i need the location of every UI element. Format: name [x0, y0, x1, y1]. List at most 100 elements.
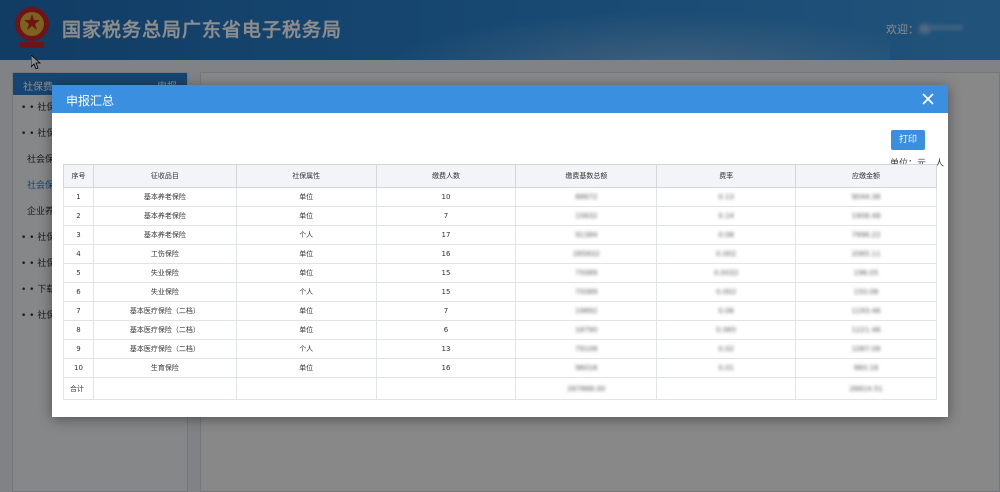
cell-value: 0.06	[718, 307, 734, 315]
table-cell: 个人	[235, 225, 377, 245]
column-header: 缴费人数	[375, 164, 517, 188]
table-cell: 0.01	[656, 358, 797, 378]
table-row: 10 生育保险 单位 16 96016 0.01 960.16	[63, 358, 937, 378]
table-cell: 19892	[515, 301, 658, 321]
table-cell: 68672	[515, 187, 658, 207]
print-button[interactable]: 打印	[891, 130, 925, 150]
table-body: 1 基本养老保险 单位 10 68672 0.13 9044.36 2 基本养老保险 单位 7 156…	[63, 187, 937, 400]
cell-value: 19892	[575, 307, 598, 315]
table-cell: 18790	[515, 320, 658, 340]
cell-value: 1193.46	[851, 307, 881, 315]
table-cell: 单位	[235, 301, 377, 321]
table-cell: 合计	[63, 377, 94, 400]
cell-value: 79108	[575, 345, 598, 353]
table-cell: 基本医疗保险（二档）	[92, 339, 237, 359]
table-cell: 个人	[235, 339, 377, 359]
summary-dialog: 申报汇总 打印 单位：元，人 序号征收品目社保属性缴费人数缴费基数总额费率应缴金…	[52, 85, 948, 417]
table-cell: 1221.46	[795, 320, 937, 340]
cell-value: 0.002	[716, 250, 737, 258]
table-cell: 13	[375, 339, 517, 359]
table-cell: 工伤保险	[92, 244, 237, 264]
table-row: 3 基本养老保险 个人 17 91384 0.08 7996.22	[63, 225, 937, 245]
table-cell: 6	[375, 320, 517, 340]
cell-value: 285832	[572, 250, 600, 258]
table-cell: 26814.51	[795, 377, 937, 400]
table-cell: 失业保险	[92, 282, 237, 302]
cell-value: 2065.11	[851, 250, 881, 258]
dialog-header: 申报汇总	[52, 85, 948, 113]
cell-value: 75089	[575, 269, 598, 277]
cell-value: 0.0032	[713, 269, 739, 277]
table-cell: 150.08	[795, 282, 937, 302]
table-cell: 196.05	[795, 263, 937, 283]
table-row: 5 失业保险 单位 15 75089 0.0032 196.05	[63, 263, 937, 283]
cell-value: 0.002	[716, 288, 737, 296]
cell-value: 0.13	[718, 193, 734, 201]
cell-value: 960.16	[853, 364, 879, 372]
cell-value: 196.05	[853, 269, 879, 277]
table-cell	[92, 377, 237, 400]
table-cell: 0.02	[656, 339, 797, 359]
column-header: 应缴金额	[795, 164, 937, 188]
cell-value: 150.08	[853, 288, 879, 296]
table-cell	[656, 377, 797, 400]
table-cell: 7	[375, 301, 517, 321]
table-row: 9 基本医疗保险（二档） 个人 13 79108 0.02 1087.08	[63, 339, 937, 359]
table-cell: 16	[375, 358, 517, 378]
column-header: 序号	[63, 164, 94, 188]
cell-value: 91384	[575, 231, 598, 239]
table-cell: 个人	[235, 282, 377, 302]
table-cell: 基本医疗保险（二档）	[92, 320, 237, 340]
table-cell: 0.002	[656, 282, 797, 302]
table-cell: 9044.36	[795, 187, 937, 207]
table-cell	[235, 377, 377, 400]
table-cell: 16	[375, 244, 517, 264]
cell-value: 1087.08	[851, 345, 881, 353]
table-cell: 267868.00	[515, 377, 658, 400]
table-cell: 单位	[235, 187, 377, 207]
table-cell: 0.002	[656, 244, 797, 264]
cell-value: 75089	[575, 288, 598, 296]
table-row: 7 基本医疗保险（二档） 单位 7 19892 0.06 1193.46	[63, 301, 937, 321]
table-row: 1 基本养老保险 单位 10 68672 0.13 9044.36	[63, 187, 937, 207]
cell-value: 1908.48	[851, 212, 881, 220]
table-cell: 失业保险	[92, 263, 237, 283]
table-cell: 75089	[515, 282, 658, 302]
table-cell: 91384	[515, 225, 658, 245]
table-cell: 单位	[235, 206, 377, 226]
table-cell: 2065.11	[795, 244, 937, 264]
table-cell: 8	[63, 320, 94, 340]
table-cell: 7	[375, 206, 517, 226]
table-cell: 单位	[235, 358, 377, 378]
table-cell: 基本养老保险	[92, 187, 237, 207]
close-icon[interactable]	[918, 89, 938, 109]
table-cell: 96016	[515, 358, 658, 378]
table-row: 8 基本医疗保险（二档） 单位 6 18790 0.065 1221.46	[63, 320, 937, 340]
column-header: 征收品目	[92, 164, 237, 188]
table-cell: 17	[375, 225, 517, 245]
table-row: 6 失业保险 个人 15 75089 0.002 150.08	[63, 282, 937, 302]
table-cell: 10	[63, 358, 94, 378]
table-cell: 0.065	[656, 320, 797, 340]
table-cell: 1087.08	[795, 339, 937, 359]
table-cell: 1	[63, 187, 94, 207]
table-cell: 285832	[515, 244, 658, 264]
table-cell: 1908.48	[795, 206, 937, 226]
cell-value: 0.14	[718, 212, 734, 220]
table-header-row: 序号 征收品目 社保属性 缴费人数 缴费基数总额 费率 应缴金额	[63, 164, 937, 188]
table-cell: 3	[63, 225, 94, 245]
table-cell: 单位	[235, 320, 377, 340]
table-cell: 单位	[235, 244, 377, 264]
table-cell: 生育保险	[92, 358, 237, 378]
dialog-title: 申报汇总	[66, 94, 115, 108]
table-cell: 9	[63, 339, 94, 359]
table-cell: 0.13	[656, 187, 797, 207]
table-cell: 960.16	[795, 358, 937, 378]
cell-value: 0.01	[718, 364, 734, 372]
table-cell: 6	[63, 282, 94, 302]
table-row: 4 工伤保险 单位 16 285832 0.002 2065.11	[63, 244, 937, 264]
table-cell: 0.08	[656, 225, 797, 245]
table-cell: 单位	[235, 263, 377, 283]
cell-value: 68672	[575, 193, 598, 201]
table-cell: 15	[375, 263, 517, 283]
